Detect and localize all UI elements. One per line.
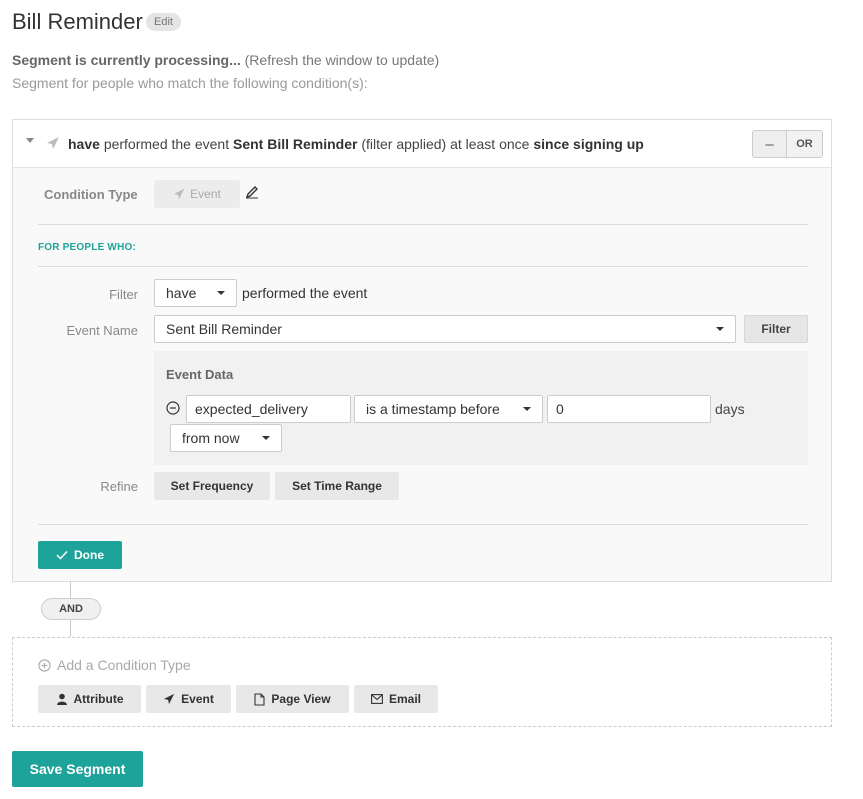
condition-card: have performed the event Sent Bill Remin… bbox=[12, 119, 832, 582]
add-page-view-label: Page View bbox=[271, 692, 331, 706]
edit-title-button[interactable]: Edit bbox=[146, 13, 181, 31]
filter-suffix: performed the event bbox=[242, 285, 368, 301]
add-condition-heading: Add a Condition Type bbox=[38, 657, 191, 673]
summary-performed: performed the event bbox=[103, 136, 230, 152]
event-data-panel: Event Data expected_delivery is a timest… bbox=[154, 351, 808, 465]
remove-filter-icon[interactable] bbox=[166, 401, 180, 415]
filter-select[interactable]: have bbox=[154, 279, 237, 307]
event-data-title: Event Data bbox=[166, 367, 234, 382]
divider bbox=[38, 524, 808, 525]
done-label: Done bbox=[74, 548, 104, 562]
relative-time-select[interactable]: from now bbox=[170, 424, 282, 452]
event-plane-icon bbox=[174, 188, 185, 200]
condition-editor: Condition Type Event FOR PEOPLE WHO: Fil… bbox=[13, 168, 831, 581]
operator-select[interactable]: is a timestamp before bbox=[354, 395, 543, 423]
set-frequency-button[interactable]: Set Frequency bbox=[154, 472, 270, 500]
for-people-heading: FOR PEOPLE WHO: bbox=[38, 242, 136, 253]
summary-have: have bbox=[68, 136, 100, 152]
refine-label: Refine bbox=[100, 479, 138, 494]
or-button[interactable]: OR bbox=[787, 131, 822, 157]
divider bbox=[38, 266, 808, 267]
condition-type-value: Event bbox=[190, 187, 221, 201]
connector-line bbox=[70, 620, 71, 637]
operator-value: is a timestamp before bbox=[366, 401, 500, 417]
add-condition-title: Add a Condition Type bbox=[57, 657, 191, 673]
and-connector[interactable]: AND bbox=[41, 598, 101, 620]
set-time-range-button[interactable]: Set Time Range bbox=[275, 472, 399, 500]
value-input[interactable]: 0 bbox=[547, 395, 711, 423]
filter-select-value: have bbox=[166, 285, 197, 301]
event-plane-icon bbox=[47, 137, 59, 149]
relative-time-value: from now bbox=[182, 430, 240, 446]
chevron-down-icon bbox=[523, 407, 531, 411]
collapse-caret-icon[interactable] bbox=[26, 138, 34, 143]
add-event-button[interactable]: Event bbox=[146, 685, 231, 713]
pencil-icon[interactable] bbox=[245, 185, 259, 199]
plus-circle-icon bbox=[38, 658, 51, 672]
add-attribute-label: Attribute bbox=[73, 692, 124, 706]
chevron-down-icon bbox=[217, 291, 225, 295]
add-email-button[interactable]: Email bbox=[354, 685, 438, 713]
add-attribute-button[interactable]: Attribute bbox=[38, 685, 141, 713]
page-icon bbox=[254, 692, 265, 706]
processing-status-bold: Segment is currently processing... bbox=[12, 52, 241, 68]
done-button[interactable]: Done bbox=[38, 541, 122, 569]
remove-condition-button[interactable]: – bbox=[753, 131, 787, 157]
event-name-label: Event Name bbox=[66, 323, 138, 338]
segment-description: Segment for people who match the followi… bbox=[12, 75, 368, 91]
envelope-icon bbox=[371, 694, 383, 704]
divider bbox=[38, 224, 808, 225]
save-segment-button[interactable]: Save Segment bbox=[12, 751, 143, 787]
user-icon bbox=[56, 693, 67, 705]
add-condition-panel: Add a Condition Type Attribute Event Pag… bbox=[12, 637, 832, 727]
processing-status-note: (Refresh the window to update) bbox=[244, 52, 440, 68]
condition-summary-header[interactable]: have performed the event Sent Bill Remin… bbox=[13, 120, 831, 168]
chevron-down-icon bbox=[262, 436, 270, 440]
event-name-value: Sent Bill Reminder bbox=[166, 321, 282, 337]
condition-type-label: Condition Type bbox=[44, 187, 138, 202]
event-property-input[interactable]: expected_delivery bbox=[186, 395, 351, 423]
check-icon bbox=[56, 550, 68, 560]
processing-status: Segment is currently processing... (Refr… bbox=[12, 52, 439, 68]
summary-timeframe: since signing up bbox=[533, 136, 644, 152]
page-title: Bill Reminder bbox=[12, 9, 143, 34]
chevron-down-icon bbox=[716, 327, 724, 331]
condition-type-chip[interactable]: Event bbox=[154, 180, 240, 208]
add-page-view-button[interactable]: Page View bbox=[236, 685, 349, 713]
event-name-select[interactable]: Sent Bill Reminder bbox=[154, 315, 736, 343]
unit-label: days bbox=[715, 401, 745, 417]
filter-button[interactable]: Filter bbox=[744, 315, 808, 343]
add-event-label: Event bbox=[181, 692, 214, 706]
connector-line bbox=[70, 582, 71, 598]
filter-label: Filter bbox=[109, 287, 138, 302]
condition-summary-text: have performed the event Sent Bill Remin… bbox=[68, 136, 644, 152]
condition-actions: – OR bbox=[752, 130, 823, 158]
summary-event-name: Sent Bill Reminder bbox=[233, 136, 358, 152]
add-email-label: Email bbox=[388, 692, 421, 706]
event-plane-icon bbox=[164, 693, 175, 705]
summary-filter-note: (filter applied) at least once bbox=[361, 136, 530, 152]
